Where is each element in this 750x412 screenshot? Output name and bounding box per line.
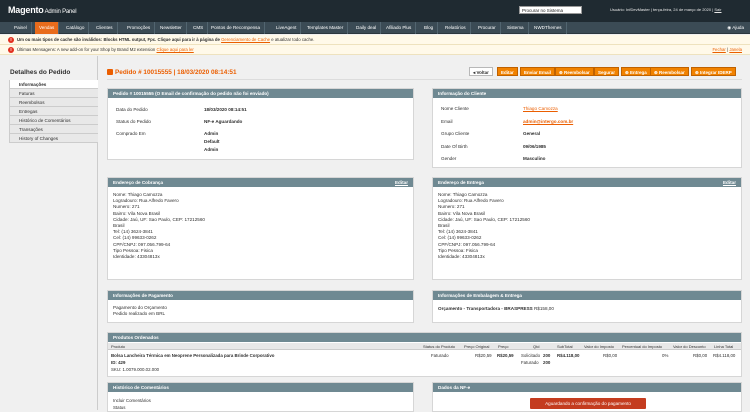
nav-item-templates-master[interactable]: Templates Master [303, 22, 349, 34]
tab-history-of-changes[interactable]: History of Changes [9, 134, 98, 143]
admin-header: MagentoAdmin Panel Procurar no Sistema U… [0, 0, 750, 22]
tab-invoices[interactable]: Faturas [9, 89, 98, 98]
billing-address: Nome: Thiago Camozza Logradouro: Rua Alfr… [113, 192, 205, 260]
order-info-box: Pedido # 10015555 (O Email de confirmaçã… [107, 88, 414, 160]
global-search-input[interactable]: Procurar no Sistema [519, 6, 582, 14]
sidebar-title: Detalhes do Pedido [10, 69, 71, 76]
customer-email-link[interactable]: admin@intergo.com.br [523, 119, 573, 124]
tab-transactions[interactable]: Transações [9, 125, 98, 134]
nav-item-affiliate-plus[interactable]: Afiliado Plus [382, 22, 417, 34]
shipping-method: Orçamento - Transportadora - BRASPRESS R… [438, 306, 554, 311]
dismiss-message-link[interactable]: Janela [729, 47, 742, 52]
shipping-address-header: Endereço de Entrega Editar [433, 178, 741, 187]
back-button[interactable]: ◂ Voltar [469, 67, 493, 76]
error-icon: ! [8, 37, 14, 43]
nav-item-reports[interactable]: Relatórios [441, 22, 471, 34]
shipping-address: Nome: Thiago Camozza Logradouro: Rua Alfr… [438, 192, 530, 260]
edit-button[interactable]: Editar [497, 67, 518, 76]
tab-refunds[interactable]: Reembolsos [9, 98, 98, 107]
reorder-button[interactable]: ⊕ Reembolsar [650, 67, 689, 76]
send-email-button[interactable]: Enviar Email [520, 67, 556, 76]
add-comment-label: Incluir Comentários [113, 398, 151, 403]
order-tabs: Informações Faturas Reembolsos Entregas … [9, 80, 98, 143]
nav-item-sales[interactable]: Vendas [35, 22, 60, 34]
nav-item-blog[interactable]: Blog [420, 22, 439, 34]
nav-item-dashboard[interactable]: Painel [10, 22, 32, 34]
user-info: Usuário: InfDevMaster | terça-feira, 24 … [610, 7, 722, 12]
ordered-products-box: Produtos Ordenados Produto Status do Pro… [107, 332, 742, 377]
close-message-link[interactable]: Fechar [712, 47, 725, 52]
ship-button[interactable]: ⊕ Entrega [621, 67, 651, 76]
nav-item-nwdthemes[interactable]: NWDThemes [530, 22, 567, 34]
latest-message-notice: ! Últimas Mensagens: A new add-on for yo… [0, 45, 750, 55]
nav-item-promotions[interactable]: Promoções [123, 22, 156, 34]
nav-item-reward-points[interactable]: Pontos de Recompensa [207, 22, 266, 34]
cache-warning-message: ! Um ou mais tipos de cache são inválido… [0, 35, 750, 45]
error-icon: ! [8, 47, 14, 53]
logout-link[interactable]: Sair [714, 7, 721, 12]
nav-item-customers[interactable]: Clientes [92, 22, 118, 34]
tab-shipments[interactable]: Entregas [9, 107, 98, 116]
products-table-header: Produto Status do Produto Preço Original… [108, 343, 741, 350]
payment-method: Pagamento do Orçamento Pedido realizado e… [113, 305, 167, 317]
nav-item-liveagent[interactable]: LiveAgent [272, 22, 302, 34]
order-toolbar: ◂ Voltar Editar Enviar Email ⊕ Reembolsa… [469, 67, 742, 76]
read-more-link[interactable]: Clique aqui para ler [157, 47, 194, 52]
nav-item-system[interactable]: Sistema [503, 22, 529, 34]
edit-billing-link[interactable]: Editar [395, 178, 408, 187]
nav-item-search[interactable]: Procurar [474, 22, 501, 34]
shipping-method-header: Informações de Embalagem & Entrega [433, 291, 741, 300]
tab-information[interactable]: Informações [9, 80, 98, 89]
status-label: Status [113, 405, 126, 410]
hold-button[interactable]: Segurar [594, 67, 620, 76]
magento-logo[interactable]: MagentoAdmin Panel [8, 5, 77, 15]
ordered-products-header: Produtos Ordenados [108, 333, 741, 342]
nav-item-newsletter[interactable]: Newsletter [156, 22, 187, 34]
help-link[interactable]: ◉ Ajuda [727, 22, 744, 34]
nav-item-catalog[interactable]: Catálogo [62, 22, 90, 34]
page-title: Pedido # 10015555 | 18/03/2020 08:14:51 [107, 69, 237, 76]
comment-history-header: Histórico de Comentários [108, 383, 413, 392]
cache-management-link[interactable]: Gerenciamento de Cache [221, 37, 270, 42]
order-info-header: Pedido # 10015555 (O Email de confirmaçã… [108, 89, 413, 98]
customer-info-header: Informação do Cliente [433, 89, 741, 98]
main-navigation: Painel Vendas Catálogo Clientes Promoçõe… [0, 22, 750, 34]
shipping-method-box: Informações de Embalagem & Entrega Orçam… [432, 290, 742, 323]
nav-item-daily-deal[interactable]: Daily deal [352, 22, 382, 34]
shipping-address-box: Endereço de Entrega Editar Nome: Thiago C… [432, 177, 742, 280]
edit-shipping-link[interactable]: Editar [723, 178, 736, 187]
comment-history-box: Histórico de Comentários Incluir Comentá… [107, 382, 414, 412]
integrate-iderp-button[interactable]: ⊕ Integrar IDERP [691, 67, 736, 76]
customer-info-box: Informação do Cliente Nome Cliente Thiago… [432, 88, 742, 168]
nav-item-cms[interactable]: CMS [189, 22, 209, 34]
nfe-data-box: Dados da NF-e Aguardando a confirmação d… [432, 382, 742, 412]
nfe-data-header: Dados da NF-e [433, 383, 741, 392]
billing-address-box: Endereço de Cobrança Editar Nome: Thiago … [107, 177, 414, 280]
payment-info-box: Informações de Pagamento Pagamento do Or… [107, 290, 414, 323]
awaiting-payment-button[interactable]: Aguardando a confirmação do pagamento [530, 398, 646, 409]
billing-address-header: Endereço de Cobrança Editar [108, 178, 413, 187]
customer-name-link[interactable]: Thiago Camozza [523, 106, 558, 111]
credit-memo-button[interactable]: ⊕ Reembolsar [555, 67, 594, 76]
order-icon [107, 69, 113, 75]
payment-info-header: Informações de Pagamento [108, 291, 413, 300]
tab-comment-history[interactable]: Histórico de Comentários [9, 116, 98, 125]
